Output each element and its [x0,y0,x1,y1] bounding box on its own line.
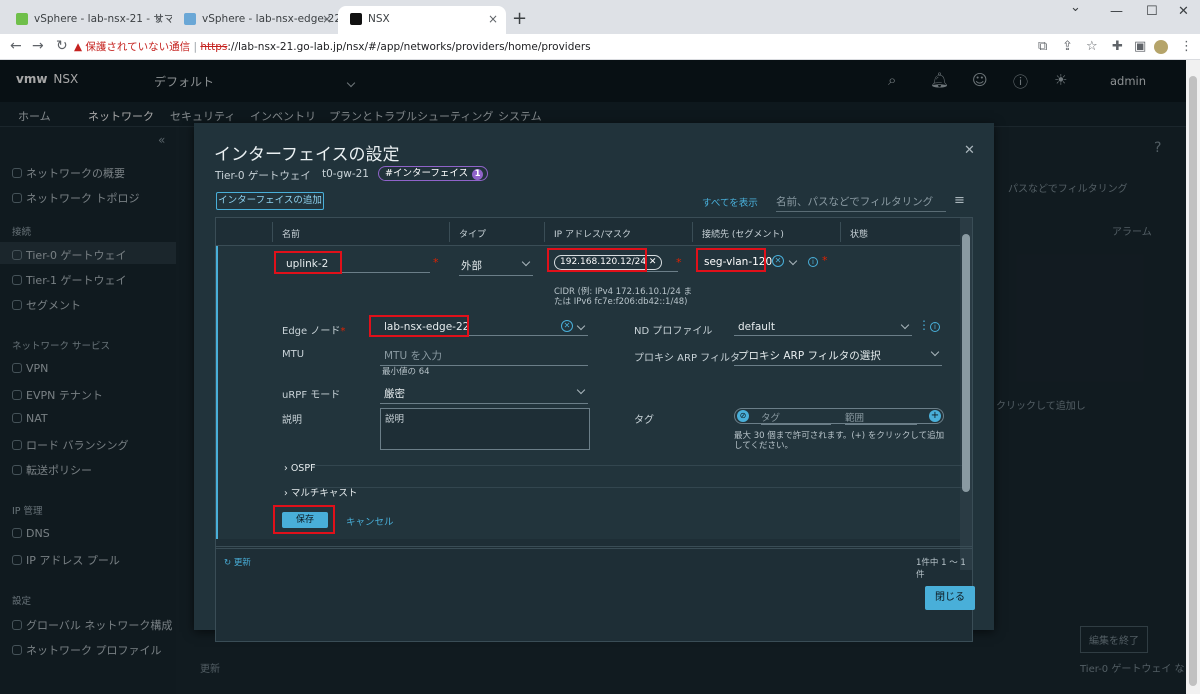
show-all-link[interactable]: すべてを表示 [702,195,758,209]
interface-count-badge: #インターフェイス 1 [378,166,489,181]
dialog-title: インターフェイスの設定 [214,145,400,165]
share-icon[interactable]: ⇪ [1062,39,1073,54]
ospf-expander[interactable]: › OSPF [284,463,316,474]
tag-input-group[interactable]: ⊘ タグ 範囲 + [734,408,944,425]
nd-profile-select[interactable]: default [734,320,912,336]
filter-icon[interactable]: ≡ [954,193,965,208]
url-field[interactable]: ▲ 保護されていない通信 | https://lab-nsx-21.go-lab… [74,36,1024,58]
add-tag-icon[interactable]: + [929,410,941,422]
vsphere-favicon-icon [184,13,196,25]
tab-title: vSphere - lab-nsx-21 - サマリ [34,13,172,25]
mtu-label: MTU [282,349,305,360]
proxy-arp-label: プロキシ ARP フィルタ [634,353,740,364]
column-name[interactable]: 名前 [282,227,300,240]
required-marker: * [822,254,828,267]
new-tab-button[interactable]: + [512,8,527,29]
mtu-input[interactable]: MTU を入力 [380,348,588,366]
column-type[interactable]: タイプ [459,227,486,240]
proxy-arp-select[interactable]: プロキシ ARP フィルタの選択 [734,347,942,366]
clear-edge-icon[interactable]: ✕ [561,320,573,332]
nd-info-icon[interactable]: i [930,322,940,332]
column-ip[interactable]: IP アドレス/マスク [554,227,631,240]
multicast-expander[interactable]: › マルチキャスト [284,485,357,499]
interface-settings-dialog: インターフェイスの設定 ✕ Tier-0 ゲートウェイ t0-gw-21 #イン… [194,123,994,642]
pagination-text: 1件中 1 ～ 1件 [916,558,966,580]
url-scheme: https [200,41,228,53]
tag-icon: ⊘ [737,410,749,422]
close-button[interactable]: 閉じる [925,586,975,610]
reload-icon[interactable]: ↻ [56,38,68,54]
description-label: 説明 [282,415,302,426]
filter-input[interactable]: 名前、パスなどでフィルタリング [776,194,946,212]
highlight-ip [547,248,647,272]
column-segment[interactable]: 接続先 (セグメント) [702,227,784,240]
column-status[interactable]: 状態 [850,227,868,240]
urpf-label: uRPF モード [282,390,341,401]
interfaces-grid: 名前 タイプ IP アドレス/マスク 接続先 (セグメント) 状態 uplink… [215,217,973,642]
security-warning[interactable]: 保護されていない通信 [85,41,190,53]
tag-hint: 最大 30 個まで許可されます。(+) をクリックして追加してください。 [734,431,945,451]
gateway-name: t0-gw-21 [322,168,369,180]
required-marker: * [676,256,682,269]
url-text: ://lab-nsx-21.go-lab.jp/nsx/#/app/networ… [227,41,591,53]
refresh-link[interactable]: ↻ 更新 [224,556,251,568]
browser-tab[interactable]: vSphere - lab-nsx-21 - サマリ × [4,6,172,34]
edge-node-label: Edge ノード* [282,326,346,337]
highlight-name [274,251,342,274]
gateway-type-label: Tier-0 ゲートウェイ [215,170,311,182]
browser-tab[interactable]: vSphere - lab-nsx-edge-22 - サマ × [172,6,340,34]
address-bar: ← → ↻ ▲ 保護されていない通信 | https://lab-nsx-21.… [0,34,1200,60]
profile-avatar[interactable] [1154,40,1168,54]
maximize-icon[interactable]: ☐ [1146,4,1158,19]
close-window-icon[interactable]: ✕ [1178,4,1189,19]
grid-header: 名前 タイプ IP アドレス/マスク 接続先 (セグメント) 状態 [216,218,960,246]
tag-input[interactable]: タグ [761,410,831,425]
highlight-edge [369,315,469,337]
grid-scrollbar[interactable] [960,218,972,570]
browser-tab-bar: vSphere - lab-nsx-21 - サマリ × vSphere - l… [0,0,1200,34]
bookmark-star-icon[interactable]: ☆ [1086,39,1098,54]
minimize-icon[interactable]: — [1110,4,1123,19]
tab-title: NSX [368,13,390,25]
more-options-icon[interactable]: ⋮ [918,318,930,332]
mtu-hint: 最小値の 64 [382,367,430,377]
back-icon[interactable]: ← [10,38,22,54]
scope-input[interactable]: 範囲 [845,410,917,425]
translate-icon[interactable]: ⧉ [1038,39,1047,54]
page-scrollbar[interactable] [1186,60,1200,694]
highlight-segment [696,248,766,272]
highlight-save [273,505,335,534]
close-icon[interactable]: ✕ [964,143,975,158]
extensions-icon[interactable]: ✚ [1112,39,1123,54]
nsx-favicon-icon [350,13,362,25]
tab-search-icon[interactable]: ⌄ [1070,0,1081,15]
menu-icon[interactable]: ⋮ [1180,39,1193,54]
tab-title: vSphere - lab-nsx-edge-22 - サマ [202,13,340,25]
urpf-select[interactable]: 厳密 [380,385,588,404]
required-marker: * [433,256,439,269]
info-icon[interactable]: i [808,257,818,267]
nd-profile-label: ND プロファイル [634,326,713,337]
browser-tab-active[interactable]: NSX × [338,6,506,34]
warning-icon: ▲ [74,41,83,53]
vsphere-favicon-icon [16,13,28,25]
add-interface-button[interactable]: インターフェイスの追加 [216,192,324,210]
close-tab-icon[interactable]: × [488,6,498,32]
clear-segment-icon[interactable]: ✕ [772,255,784,267]
description-textarea[interactable]: 説明 [380,408,590,450]
side-panel-icon[interactable]: ▣ [1134,39,1146,54]
cidr-hint: CIDR (例: IPv4 172.16.10.1/24 または IPv6 fc… [554,287,693,307]
close-tab-icon[interactable]: × [154,6,164,32]
cancel-button[interactable]: キャンセル [346,514,394,528]
tag-label: タグ [634,415,654,426]
close-tab-icon[interactable]: × [322,6,332,32]
type-select[interactable]: 外部 [459,257,533,276]
forward-icon[interactable]: → [32,38,44,54]
